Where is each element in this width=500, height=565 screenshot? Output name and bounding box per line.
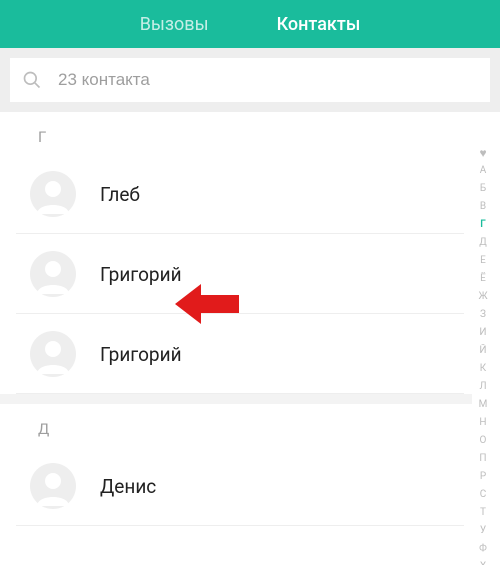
contact-row[interactable]: Глеб <box>8 154 464 234</box>
tab-contacts[interactable]: Контакты <box>273 2 365 47</box>
contact-list[interactable]: Г Глеб Григорий Григорий Д Денис <box>0 112 500 526</box>
alpha-letter[interactable]: В <box>480 198 486 216</box>
section-header: Г <box>8 112 464 154</box>
search-input[interactable] <box>58 70 478 90</box>
alpha-letter-current[interactable]: Г <box>480 216 486 234</box>
alpha-letter[interactable]: Е <box>480 252 486 270</box>
alpha-letter[interactable]: Б <box>480 180 486 198</box>
contact-name: Глеб <box>100 183 140 206</box>
alpha-letter[interactable]: Д <box>479 234 487 252</box>
alpha-letter[interactable]: У <box>480 522 486 540</box>
alpha-letter[interactable]: О <box>480 432 487 450</box>
avatar <box>30 331 76 377</box>
contact-row[interactable]: Григорий <box>8 314 464 394</box>
alpha-letter[interactable]: Ф <box>479 540 487 558</box>
tab-calls[interactable]: Вызовы <box>136 2 213 47</box>
alpha-letter[interactable]: Х <box>480 558 486 565</box>
contact-name: Григорий <box>100 263 182 286</box>
contact-name: Григорий <box>100 343 182 366</box>
alpha-letter[interactable]: Й <box>479 342 486 360</box>
contact-name: Денис <box>100 475 156 498</box>
alpha-letter[interactable]: Т <box>480 504 486 522</box>
contact-row[interactable]: Григорий <box>8 234 464 314</box>
section-header: Д <box>8 404 464 446</box>
alpha-letter[interactable]: С <box>480 486 487 504</box>
section-divider <box>0 394 472 404</box>
avatar <box>30 251 76 297</box>
alpha-letter[interactable]: З <box>480 306 486 324</box>
alpha-letter[interactable]: А <box>480 162 487 180</box>
alpha-letter[interactable]: К <box>480 360 486 378</box>
alpha-letter[interactable]: П <box>479 450 486 468</box>
search-icon <box>22 70 42 90</box>
heart-icon[interactable]: ♥ <box>479 144 486 162</box>
alpha-letter[interactable]: И <box>479 324 486 342</box>
alpha-index[interactable]: ♥ А Б В Г Д Е Ё Ж З И Й К Л М Н О П Р С … <box>470 144 496 565</box>
alpha-letter[interactable]: М <box>479 396 488 414</box>
alpha-letter[interactable]: Н <box>479 414 486 432</box>
alpha-letter[interactable]: Р <box>480 468 486 486</box>
header-tabs: Вызовы Контакты <box>0 0 500 48</box>
alpha-letter[interactable]: Ж <box>478 288 487 306</box>
search-bar[interactable] <box>10 58 490 102</box>
avatar <box>30 463 76 509</box>
contact-list-container: Г Глеб Григорий Григорий Д Денис <box>0 112 500 565</box>
search-bar-wrap <box>0 48 500 112</box>
alpha-letter[interactable]: Ё <box>480 270 486 288</box>
alpha-letter[interactable]: Л <box>479 378 486 396</box>
avatar <box>30 171 76 217</box>
contact-row[interactable]: Денис <box>8 446 464 526</box>
